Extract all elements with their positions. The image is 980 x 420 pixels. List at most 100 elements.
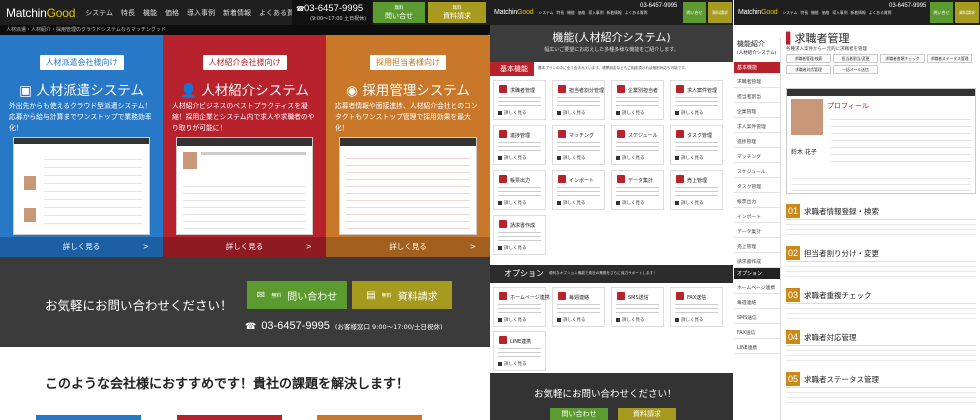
request-docs-button[interactable]: 資料請求 [955,2,979,23]
more-link[interactable]: 詳しく見る [616,317,645,323]
nav-item[interactable]: 導入事例 [588,10,603,16]
more-link[interactable]: 詳しく見る [557,200,586,206]
more-link[interactable]: 詳しく見る [498,361,527,367]
function-card[interactable]: 進捗管理 詳しく見る [493,125,546,165]
nav-item[interactable]: 機能 [811,10,819,16]
function-card[interactable]: タスク管理 詳しく見る [670,125,723,165]
function-card[interactable]: マッチング 詳しく見る [552,125,605,165]
function-card[interactable]: 売上管理 詳しく見る [670,170,723,210]
sidebar-item[interactable]: マッチング [734,148,780,163]
function-card[interactable]: スケジュール 詳しく見る [611,125,664,165]
sidebar-item[interactable]: 担当者割当 [734,88,780,103]
nav-item[interactable]: 特長 [121,8,135,18]
sidebar-item[interactable]: 帳票出力 [734,193,780,208]
sidebar-item[interactable]: 請求書作成 [734,253,780,268]
function-card[interactable]: 請求書作成 詳しく見る [493,215,546,255]
nav-item[interactable]: システム [85,8,113,18]
nav-item[interactable]: 価格 [822,10,830,16]
function-card[interactable]: 帳票出力 詳しく見る [493,170,546,210]
function-tab[interactable]: 求職者ステータス管理 [927,54,972,63]
nav-item[interactable]: 新着情報 [851,10,866,16]
more-link[interactable]: 詳しく見る > [163,237,326,257]
contact-docs-button[interactable]: ▤ 無料 資料請求 [352,281,452,309]
service-title[interactable]: ◉ 採用管理システム [326,79,490,99]
sidebar-item[interactable]: 企業管理 [734,103,780,118]
nav-item[interactable]: 導入事例 [187,8,215,18]
option-card[interactable]: 毎週連絡 詳しく見る [552,287,605,327]
more-link[interactable]: 詳しく見る [616,110,645,116]
function-card[interactable]: 担当者割分管理 詳しく見る [552,80,605,120]
function-name: インポート [569,178,595,184]
nav-item[interactable]: 価格 [578,10,586,16]
nav-item[interactable]: 機能 [143,8,157,18]
sidebar-option-item[interactable]: LINE連携 [734,339,780,354]
more-link[interactable]: 詳しく見る > [326,237,490,257]
more-link[interactable]: 詳しく見る [675,200,704,206]
contact-inquiry-button[interactable]: 問い合わせ [550,408,608,420]
option-card[interactable]: SMS送信 詳しく見る [611,287,664,327]
option-card[interactable]: ホームページ連携 詳しく見る [493,287,550,327]
function-tab[interactable]: 求職者書類チェック [880,54,925,63]
more-link[interactable]: 詳しく見る [557,110,586,116]
sidebar-option-item[interactable]: SMS送信 [734,309,780,324]
inquiry-button[interactable]: 問い合せ [683,2,706,23]
more-link[interactable]: 詳しく見る [557,155,586,161]
function-card[interactable]: 求職者管理 詳しく見る [493,80,546,120]
sidebar-item[interactable]: インポート [734,208,780,223]
option-card[interactable]: FAX送信 詳しく見る [670,287,723,327]
contact-inquiry-button[interactable]: ✉ 無料 問い合わせ [247,281,347,309]
nav-item[interactable]: 導入事例 [832,10,847,16]
sidebar-item[interactable]: データ集計 [734,223,780,238]
sidebar-item[interactable]: 求人案件管理 [734,118,780,133]
nav-item[interactable]: 機能 [567,10,575,16]
logo[interactable]: MatchinGood [6,6,75,20]
contact-docs-button[interactable]: 資料請求 [618,408,676,420]
sidebar-item[interactable]: スケジュール [734,163,780,178]
more-link[interactable]: 詳しく見る [498,245,527,251]
logo[interactable]: MatchinGood [738,9,778,16]
function-card[interactable]: インポート詳しく見る [552,170,605,210]
sidebar-item[interactable]: タスク管理 [734,178,780,193]
more-link[interactable]: 詳しく見る [616,200,645,206]
sidebar-item[interactable]: 進捗管理 [734,133,780,148]
more-link[interactable]: 詳しく見る [498,317,527,323]
service-title[interactable]: 👤 人材紹介システム [163,79,326,99]
sidebar-option-item[interactable]: ホームページ連携 [734,279,780,294]
more-link[interactable]: 詳しく見る > [0,237,163,257]
sidebar-item[interactable]: 売上管理 [734,238,780,253]
function-tab[interactable]: 一括メール送信 [833,65,878,74]
nav-item[interactable]: 新着情報 [223,8,251,18]
inquiry-button[interactable]: 無料 問い合せ [373,2,425,23]
function-card[interactable]: 企業別担当者 詳しく見る [611,80,664,120]
inquiry-button[interactable]: 問い合せ [930,2,953,23]
logo[interactable]: MatchinGood [494,9,534,16]
nav-item[interactable]: システム [782,10,797,16]
sidebar-option-item[interactable]: FAX送信 [734,324,780,339]
nav-item[interactable]: 特長 [801,10,809,16]
more-link[interactable]: 詳しく見る [616,155,645,161]
option-card[interactable]: LINE連携 詳しく見る [493,331,546,371]
function-card[interactable]: 求人案件管理 詳しく見る [670,80,723,120]
more-link[interactable]: 詳しく見る [498,110,527,116]
more-link[interactable]: 詳しく見る [675,317,704,323]
more-link[interactable]: 詳しく見る [675,110,704,116]
sidebar-item[interactable]: 求職者管理 [734,73,780,88]
request-docs-button[interactable]: 無料 資料請求 [428,2,486,23]
more-link[interactable]: 詳しく見る [498,155,527,161]
nav-item[interactable]: システム [538,10,553,16]
more-link[interactable]: 詳しく見る [675,155,704,161]
sidebar-option-item[interactable]: 毎週連絡 [734,294,780,309]
request-docs-button[interactable]: 資料請求 [708,2,732,23]
more-link[interactable]: 詳しく見る [557,317,586,323]
more-link[interactable]: 詳しく見る [498,200,527,206]
nav-item[interactable]: 価格 [165,8,179,18]
nav-item[interactable]: よくある質問 [625,10,648,16]
function-card[interactable]: データ集計 詳しく見る [611,170,664,210]
function-tab[interactable]: 求職者対応管理 [786,65,831,74]
nav-item[interactable]: 新着情報 [607,10,622,16]
nav-item[interactable]: よくある質問 [869,10,892,16]
nav-item[interactable]: 特長 [557,10,565,16]
function-tab[interactable]: 求職者管理/検索 [786,54,831,63]
function-tab[interactable]: 担当者割当/変更 [833,54,878,63]
service-title[interactable]: ▣ 人材派遣システム [0,79,163,99]
